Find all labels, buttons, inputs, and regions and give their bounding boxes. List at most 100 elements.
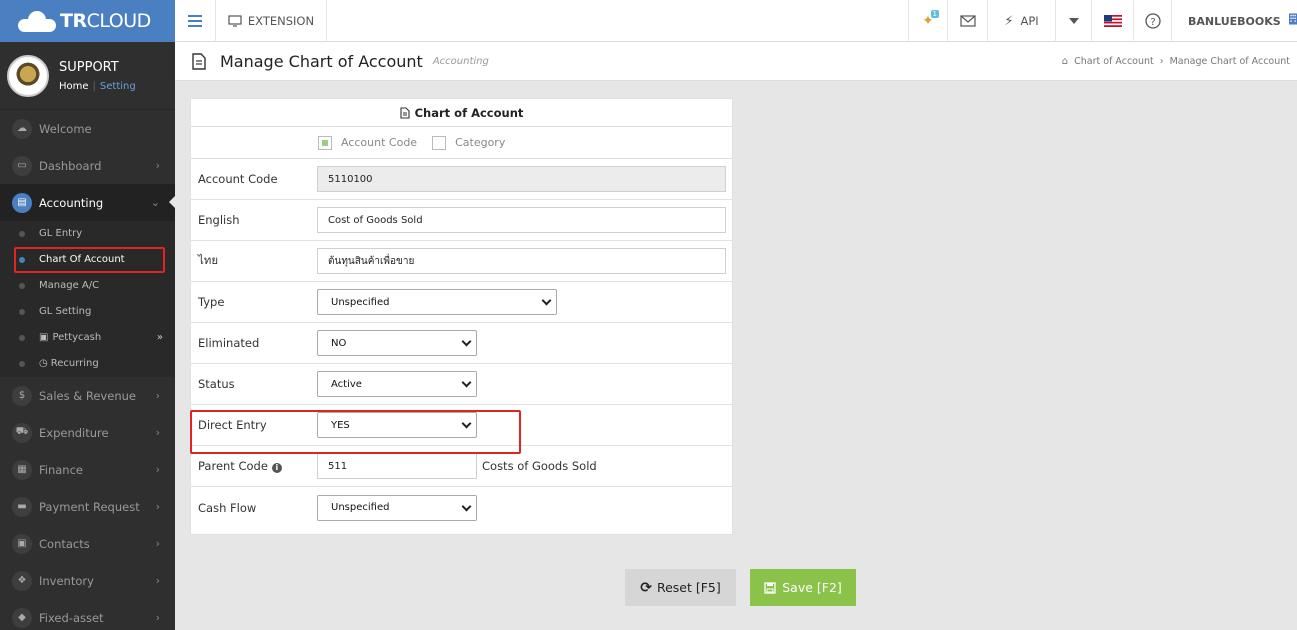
sidebar-item-accounting[interactable]: ▤ Accounting ⌄ [0, 184, 175, 221]
english-row: English Cost of Goods Sold [191, 200, 732, 241]
breadcrumb-separator-icon: › [1159, 56, 1164, 67]
parent-code-label: Parent Code i [191, 459, 317, 473]
avatar[interactable] [7, 54, 49, 97]
type-row: Type Unspecified [191, 282, 732, 323]
link-separator: | [92, 80, 96, 92]
clock-icon: ◷ [39, 358, 48, 369]
submenu-label: GL Setting [39, 306, 92, 317]
thai-label: ไทย [198, 253, 219, 267]
extension-button[interactable]: EXTENSION [216, 0, 327, 42]
status-select[interactable]: Active [317, 371, 477, 397]
bullet-icon [19, 230, 25, 237]
sidebar-item-contacts[interactable]: ▣ Contacts › [0, 525, 175, 562]
contact-icon: ▣ [12, 533, 32, 554]
chevron-right-icon: › [155, 500, 160, 513]
sidebar-item-label: Payment Request [39, 499, 140, 514]
home-link[interactable]: Home [59, 81, 89, 92]
hamburger-icon [188, 15, 202, 27]
chevron-down-icon [461, 501, 472, 511]
category-checkbox[interactable] [432, 135, 447, 150]
account-code-checkbox[interactable] [318, 135, 332, 150]
home-icon[interactable]: ⌂ [1062, 56, 1068, 67]
breadcrumb: ⌂ Chart of Account › Manage Chart of Acc… [1062, 56, 1290, 67]
bullet-icon [19, 282, 25, 289]
breadcrumb-item[interactable]: Chart of Account [1074, 56, 1154, 67]
sidebar-item-expenditure[interactable]: ⛟ Expenditure › [0, 414, 175, 451]
top-navbar: EXTENSION ✦ 1 ⚡ API ? BANLUEBOOKS [175, 0, 1297, 42]
account-code-field[interactable]: 5110100 [317, 166, 726, 192]
submenu-item-gl-setting[interactable]: GL Setting [0, 299, 175, 325]
chart-of-account-panel: Chart of Account Account Code Category A… [190, 98, 733, 535]
company-button[interactable]: BANLUEBOOKS [1172, 0, 1297, 42]
sidebar-item-dashboard[interactable]: ▭ Dashboard › [0, 147, 175, 184]
mail-button[interactable] [948, 0, 988, 42]
panel-header: Chart of Account [191, 99, 732, 127]
submenu-item-recurring[interactable]: ◷ Recurring [0, 351, 175, 377]
save-label: Save [F2] [782, 580, 842, 595]
submenu-label: Pettycash [52, 332, 102, 343]
breadcrumb-item: Manage Chart of Account [1169, 56, 1290, 67]
cloud-icon: ☁ [12, 118, 32, 139]
chevron-right-icon: › [155, 537, 160, 550]
cash-flow-select-value: Unspecified [331, 502, 390, 513]
submenu-item-gl-entry[interactable]: GL Entry [0, 221, 175, 247]
parent-code-name: Costs of Goods Sold [482, 459, 597, 473]
category-option-label: Category [455, 136, 506, 149]
status-label: Status [198, 377, 235, 391]
sidebar-item-fixed-asset[interactable]: ◆ Fixed-asset › [0, 599, 175, 630]
caret-down-icon [1068, 18, 1079, 24]
setting-link[interactable]: Setting [100, 81, 136, 92]
save-button[interactable]: Save [F2] [750, 569, 856, 606]
cubes-icon: ❖ [12, 570, 32, 591]
reset-button[interactable]: ⟳ Reset [F5] [625, 569, 736, 606]
english-name-field[interactable]: Cost of Goods Sold [317, 207, 726, 233]
chevron-right-icon: › [155, 389, 160, 402]
tag-icon: ◆ [12, 607, 32, 628]
account-code-option-label: Account Code [341, 136, 418, 149]
sidebar-item-label: Contacts [39, 536, 90, 551]
status-row: Status Active [191, 364, 732, 405]
chevron-down-icon: ⌄ [150, 196, 160, 209]
submenu-item-pettycash[interactable]: ▣ Pettycash » [0, 325, 175, 351]
notification-badge: 1 [930, 10, 939, 18]
sidebar-item-label: Accounting [39, 195, 104, 210]
type-select[interactable]: Unspecified [317, 289, 557, 315]
help-circle-icon: ? [1144, 13, 1161, 29]
bullet-icon [19, 334, 25, 341]
language-button[interactable] [1092, 0, 1134, 42]
thai-row: ไทย ต้นทุนสินค้าเพื่อขาย [191, 241, 732, 282]
logo[interactable]: TRCLOUD [0, 0, 175, 42]
menu-toggle-button[interactable] [175, 0, 216, 42]
monitor-icon: ▭ [12, 155, 32, 176]
extension-label: EXTENSION [247, 14, 315, 28]
dropdown-button[interactable] [1056, 0, 1092, 42]
api-label: API [1020, 14, 1039, 28]
cash-icon: ▣ [39, 332, 49, 343]
sidebar-item-inventory[interactable]: ❖ Inventory › [0, 562, 175, 599]
page-subtitle: Accounting [432, 55, 489, 67]
parent-code-field[interactable]: 511 [317, 453, 477, 479]
floppy-disk-icon [764, 581, 776, 594]
api-button[interactable]: ⚡ API [988, 0, 1056, 42]
record-type-options: Account Code Category [191, 127, 732, 159]
sidebar-item-payment-request[interactable]: ▬ Payment Request › [0, 488, 175, 525]
info-icon[interactable]: i [271, 462, 282, 473]
sidebar-item-finance[interactable]: ▦ Finance › [0, 451, 175, 488]
submenu-item-manage-ac[interactable]: Manage A/C [0, 273, 175, 299]
sidebar-item-welcome[interactable]: ☁ Welcome [0, 110, 175, 147]
notification-button[interactable]: ✦ 1 [908, 0, 948, 42]
thai-name-field[interactable]: ต้นทุนสินค้าเพื่อขาย [317, 248, 726, 274]
user-name: SUPPORT [59, 59, 119, 75]
envelope-icon [959, 15, 976, 27]
cash-flow-select[interactable]: Unspecified [317, 494, 477, 521]
sidebar-item-label: Fixed-asset [39, 610, 104, 625]
page-header: Manage Chart of Account Accounting ⌂ Cha… [175, 42, 1297, 81]
sidebar-item-label: Inventory [39, 573, 94, 588]
eliminated-select[interactable]: NO [317, 330, 477, 356]
sidebar-item-label: Welcome [39, 121, 92, 136]
dollar-icon: $ [12, 385, 32, 406]
document-icon [400, 106, 410, 119]
sidebar-item-sales-revenue[interactable]: $ Sales & Revenue › [0, 377, 175, 414]
cash-flow-label: Cash Flow [198, 500, 257, 515]
help-button[interactable]: ? [1134, 0, 1172, 42]
